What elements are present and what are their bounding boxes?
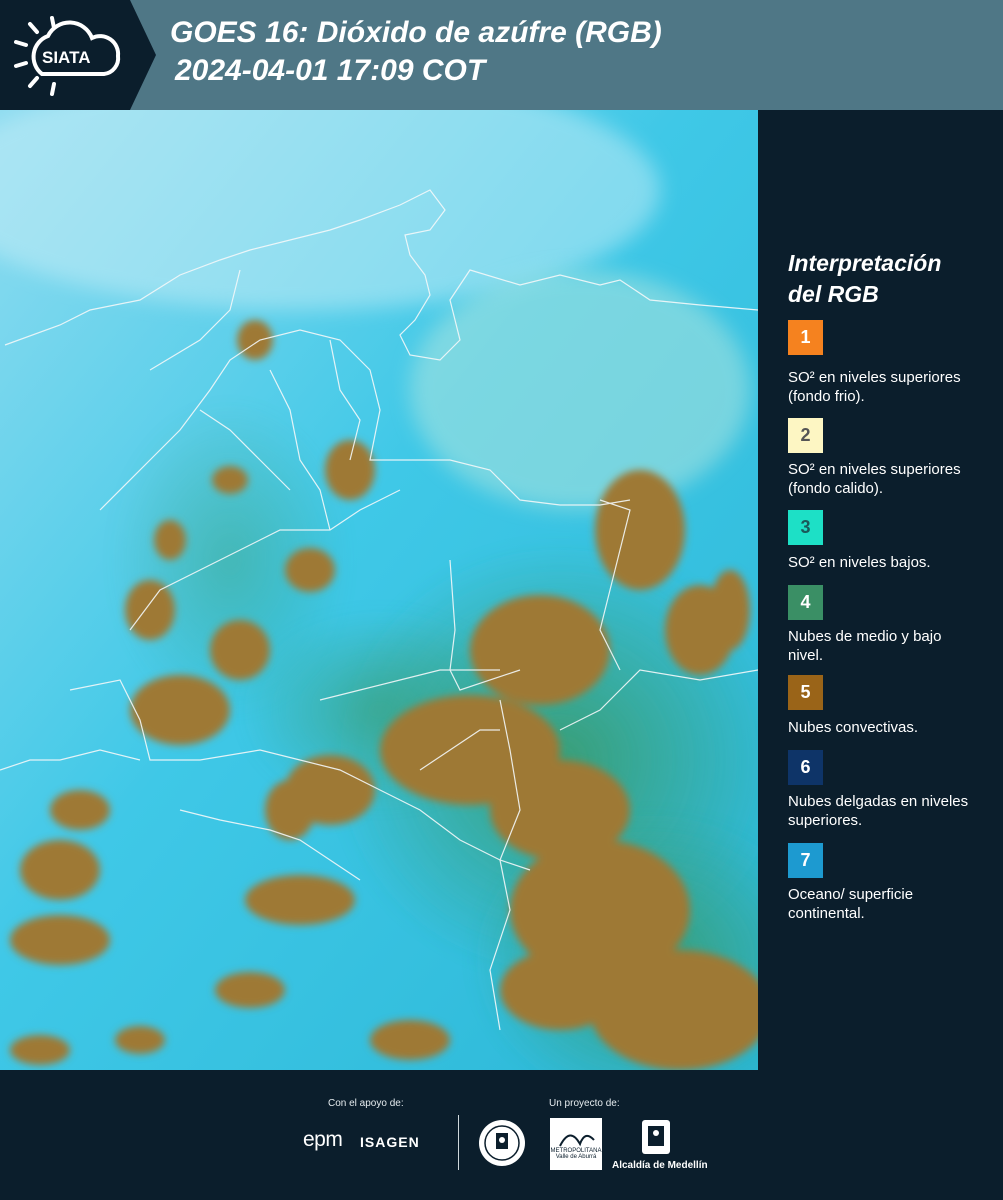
legend-label-4: Nubes de medio y bajo nivel. (788, 628, 942, 664)
sun-cloud-icon: SIATA (14, 16, 121, 96)
svg-text:SIATA: SIATA (42, 48, 90, 67)
legend-swatch-1: 1 (788, 320, 823, 355)
project-caption: Un proyecto de: (549, 1098, 620, 1109)
epm-logo: epm (303, 1128, 343, 1151)
footer: Con el apoyo de: Un proyecto de: epm ISA… (0, 1070, 1003, 1200)
legend-swatch-4: 4 (788, 585, 823, 620)
timestamp: 2024-04-01 17:09 COT (175, 54, 486, 87)
isagen-logo: ISAGEN (360, 1134, 420, 1150)
satellite-rgb-map (0, 110, 758, 1070)
legend-label-6: Nubes delgadas en niveles superiores. (788, 793, 969, 829)
area-script-icon (559, 1134, 595, 1147)
support-caption: Con el apoyo de: (328, 1098, 404, 1109)
satellite-image (0, 110, 758, 1070)
alcaldia-label: Alcaldía de Medellín (612, 1160, 708, 1171)
legend-title-line2: del RGB (788, 281, 879, 307)
siata-logo: SIATA (0, 0, 130, 110)
legend-label-1: SO² en niveles superiores (fondo frio). (788, 369, 961, 405)
legend-swatch-5: 5 (788, 675, 823, 710)
legend-label-3: SO² en niveles bajos. (788, 554, 931, 571)
alcaldia-shield-icon (642, 1120, 670, 1154)
medellin-seal-icon (479, 1120, 525, 1166)
legend-swatch-3: 3 (788, 510, 823, 545)
page-title: GOES 16: Dióxido de azúfre (RGB) (170, 16, 662, 49)
legend-label-7: Oceano/ superficie continental. (788, 886, 914, 922)
legend-swatch-7: 7 (788, 843, 823, 878)
logo-arrow-shape (130, 0, 156, 110)
header-bar: SIATA GOES 16: Dióxido de azúfre (RGB) 2… (0, 0, 1003, 110)
legend-label-5: Nubes convectivas. (788, 719, 919, 736)
footer-divider (458, 1115, 459, 1170)
area-metropolitana-text: METROPOLITANA Valle de Aburrá (550, 1148, 602, 1160)
legend-title: Interpretación del RGB (788, 248, 988, 310)
legend-swatch-6: 6 (788, 750, 823, 785)
legend-swatch-2: 2 (788, 418, 823, 453)
area-metropolitana-logo (550, 1118, 602, 1170)
legend-title-line1: Interpretación (788, 250, 942, 276)
legend-label-2: SO² en niveles superiores (fondo calido)… (788, 461, 961, 497)
rgb-legend: Interpretación del RGB 1 SO² en niveles s… (758, 110, 1003, 1070)
